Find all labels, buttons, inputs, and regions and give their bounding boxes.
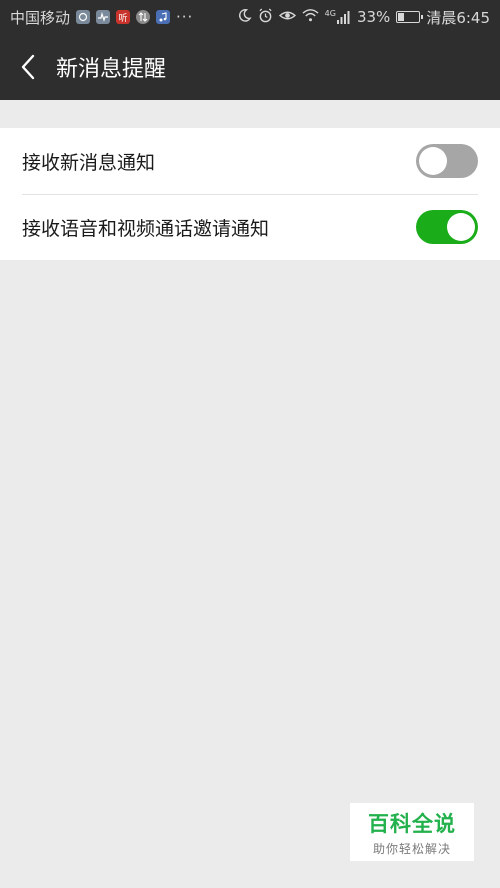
watermark-logo: 百科全说 助你轻松解决 [350, 803, 474, 861]
status-bar-left: 中国移动 听 ··· [10, 7, 193, 28]
chevron-left-icon [21, 54, 35, 80]
battery-percent: 33% [356, 8, 391, 26]
setting-label: 接收新消息通知 [22, 151, 156, 174]
page-title: 新消息提醒 [56, 57, 167, 82]
network-type-label: 4G [324, 9, 336, 18]
header-bar: 新消息提醒 [0, 34, 500, 100]
toggle-knob [447, 213, 475, 241]
setting-label: 接收语音和视频通话邀请通知 [22, 217, 270, 240]
status-bar-right: 4G 33% 清晨6:45 [237, 7, 490, 28]
signal-icon: 4G [325, 10, 351, 24]
moon-icon [237, 8, 252, 27]
watermark-brand: 百科全说 [368, 811, 456, 836]
toggle-knob [419, 147, 447, 175]
watermark-tagline: 助你轻松解决 [372, 841, 451, 856]
more-notifications-icon: ··· [176, 8, 194, 26]
data-transfer-icon [136, 10, 151, 24]
new-message-notification-toggle[interactable] [416, 144, 478, 178]
setting-row-new-message: 接收新消息通知 [0, 128, 500, 194]
settings-list: 接收新消息通知 接收语音和视频通话邀请通知 [0, 128, 500, 260]
battery-icon [396, 11, 424, 23]
call-invite-notification-toggle[interactable] [416, 210, 478, 244]
back-button[interactable] [0, 34, 56, 100]
eye-icon [278, 8, 296, 27]
wifi-icon [302, 8, 319, 26]
battery-fill [398, 13, 405, 21]
carrier-name: 中国移动 [10, 8, 71, 27]
setting-row-call-invite: 接收语音和视频通话邀请通知 [0, 194, 500, 260]
activity-icon [96, 10, 111, 24]
listen-app-icon: 听 [116, 10, 131, 24]
status-bar: 中国移动 听 ··· 4G 33% 清晨6:45 [0, 0, 500, 34]
network-icon [76, 10, 91, 24]
clock-time: 清晨6:45 [426, 8, 490, 27]
alarm-icon [258, 8, 273, 27]
music-icon [156, 10, 171, 24]
